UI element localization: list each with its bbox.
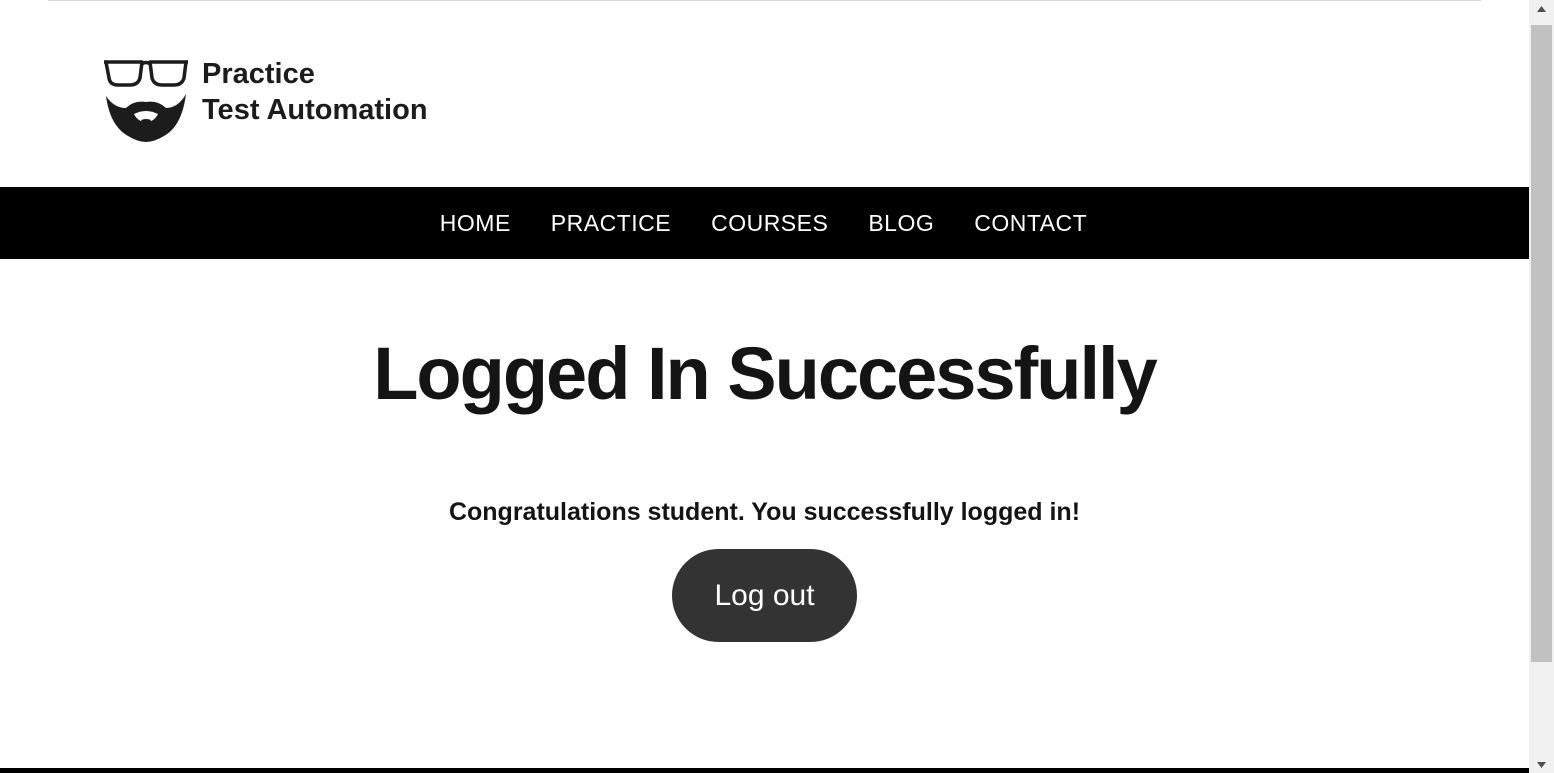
logo-line-2: Test Automation [202, 94, 428, 126]
logo-text: Practice Test Automation [202, 56, 428, 128]
scroll-down-arrow-icon[interactable] [1529, 756, 1554, 773]
nav-item-blog[interactable]: BLOG [868, 210, 934, 237]
glasses-beard-logo-icon [104, 60, 188, 142]
nav-item-home[interactable]: HOME [440, 210, 511, 237]
nav-item-contact[interactable]: CONTACT [974, 210, 1087, 237]
page-title: Logged In Successfully [373, 332, 1158, 415]
logo-line-1: Practice [202, 58, 315, 90]
main-nav: HOME PRACTICE COURSES BLOG CONTACT [0, 187, 1529, 259]
site-logo[interactable]: Practice Test Automation [104, 56, 460, 146]
success-message: Congratulations student. You successfull… [448, 498, 1081, 526]
page: Practice Test Automation HOME PRACTICE C… [0, 0, 1529, 773]
site-header: Practice Test Automation [0, 1, 1529, 187]
nav-item-practice[interactable]: PRACTICE [551, 210, 671, 237]
vertical-scrollbar[interactable] [1529, 0, 1554, 773]
nav-item-courses[interactable]: COURSES [711, 210, 828, 237]
scroll-up-arrow-icon[interactable] [1529, 0, 1554, 17]
footer-bar [0, 768, 1529, 773]
scrollbar-thumb[interactable] [1531, 25, 1552, 662]
logout-button[interactable]: Log out [672, 549, 857, 642]
